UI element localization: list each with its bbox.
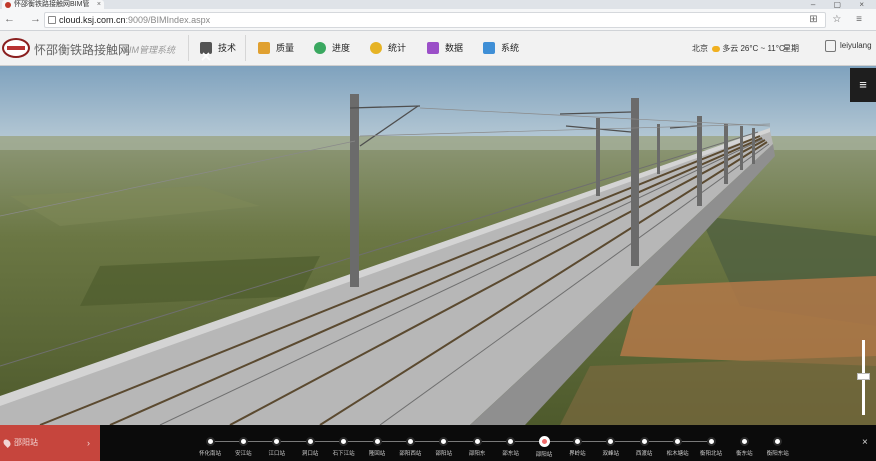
browser-action-icons[interactable]: ⊞ ☆ ≡ [809,14,868,25]
menu-system[interactable]: 系统 [483,31,519,65]
menu-label: 进度 [332,43,351,53]
station-dot-icon [272,437,282,446]
sun-cloud-icon [712,45,720,52]
app-header: 怀邵衡铁路接触网 BIM管理系统 技术 质量 进度 统计 数据 系统 北京 多云… [0,31,876,66]
page-icon [48,16,56,24]
menu-label: 统计 [388,43,407,53]
menu-label: 质量 [276,43,295,53]
site-favicon-icon [5,2,11,8]
station-dot-icon [372,437,382,446]
station-marker[interactable]: 衡阳东站 [758,437,798,457]
url-path: :9009/BIMIndex.aspx [125,15,211,25]
current-station-panel[interactable]: 邵阳站 › [0,425,100,461]
menu-quality[interactable]: 质量 [258,31,294,65]
user-menu[interactable]: leiyulang [825,40,872,52]
station-dot-icon [706,437,716,446]
close-station-bar-icon[interactable]: × [862,437,868,448]
layers-icon [427,42,439,54]
app-title: 怀邵衡铁路接触网 [34,43,131,57]
username: leiyulang [840,41,872,50]
station-dot-icon [606,437,616,446]
station-navigation-bar: 邵阳站 › 怀化南站 安江站 江口站 洞口站 石下江站 隆回站 邵阳西站 邵阳站 邵阳东 邵东站邵… [0,425,876,461]
station-dot-icon [506,437,516,446]
menu-label: 技术 [218,43,237,53]
window-controls[interactable]: – ▢ × [811,0,872,9]
menu-statistics[interactable]: 统计 [370,31,406,65]
weather-condition: 多云 26°C ~ 11°C [722,44,785,53]
divider [188,35,189,61]
menu-data[interactable]: 数据 [427,31,463,65]
tab-title: 怀邵衡铁路接触网BIM管 [14,1,90,8]
browser-toolbar: ← → ↻ cloud.ksj.com.cn:9009/BIMIndex.asp… [0,9,876,31]
tab-close-icon[interactable]: × [97,0,101,9]
divider [245,35,246,61]
browser-tabbar: 怀邵衡铁路接触网BIM管 × – ▢ × [0,0,876,9]
user-avatar-icon [825,40,836,52]
menu-tech[interactable]: 技术 [200,31,236,65]
location-pin-icon [2,438,12,448]
station-dot-icon [639,437,649,446]
weather-city: 北京 [692,44,708,53]
menu-label: 数据 [445,43,464,53]
weather-weekday: 星期 [783,44,799,53]
railway-scene [0,66,876,425]
app-subtitle: BIM管理系统 [123,45,176,55]
side-menu-toggle-button[interactable]: ≡ [850,68,876,102]
monitor-icon [483,42,495,54]
station-label: 衡阳东站 [766,451,789,457]
address-bar[interactable]: cloud.ksj.com.cn:9009/BIMIndex.aspx [44,12,826,28]
station-dot-icon [439,437,449,446]
url-host: cloud.ksj.com.cn [59,15,126,25]
station-dot-icon [339,437,349,446]
station-dot-icon [538,436,550,447]
station-dot-icon [472,437,482,446]
weather-info: 多云 26°C ~ 11°C [712,43,785,54]
coin-icon [370,42,382,54]
tools-icon [200,42,212,61]
clock-icon [314,42,326,54]
zoom-slider-handle[interactable] [857,373,870,380]
station-dot-icon [405,437,415,446]
station-dot-icon [673,437,683,446]
clipboard-icon [258,42,270,54]
railway-logo-icon [2,38,30,58]
chevron-right-icon[interactable]: › [87,425,90,461]
browser-tab[interactable]: 怀邵衡铁路接触网BIM管 × [2,0,104,9]
station-dot-icon [572,437,582,446]
station-dot-icon [205,437,215,446]
station-dot-icon [238,437,248,446]
bim-3d-viewport[interactable] [0,66,876,425]
station-dot-icon [773,437,783,446]
menu-progress[interactable]: 进度 [314,31,350,65]
station-dot-icon [305,437,315,446]
menu-label: 系统 [501,43,520,53]
station-dot-icon [739,437,749,446]
current-station-label: 邵阳站 [14,438,38,447]
